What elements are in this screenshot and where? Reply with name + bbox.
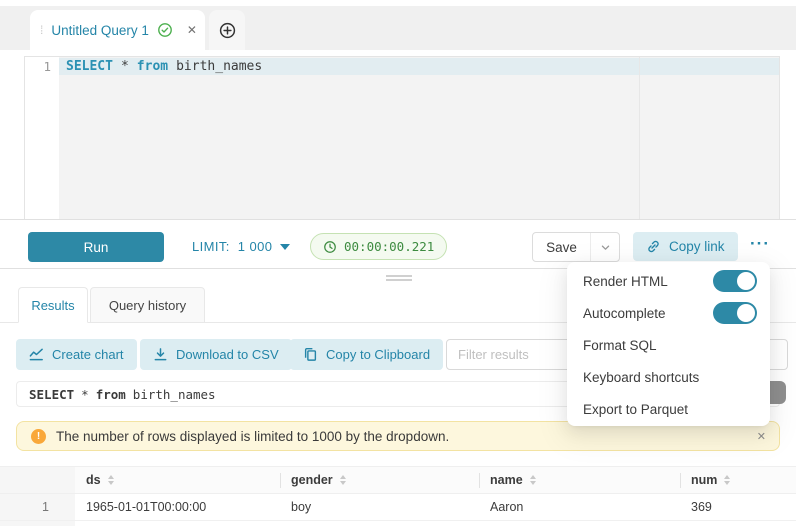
close-tab-icon[interactable]: ✕ — [187, 23, 197, 37]
column-header-gender[interactable]: gender — [280, 467, 479, 493]
tab-results[interactable]: Results — [18, 287, 88, 323]
copy-link-label: Copy link — [669, 239, 725, 254]
row-number-header — [0, 467, 75, 493]
limit-value: 1 000 — [238, 239, 273, 254]
sql-identifier: birth_names — [133, 387, 216, 402]
sql-keyword: from — [96, 387, 126, 402]
download-icon — [153, 347, 168, 362]
caret-down-icon — [280, 244, 290, 250]
menu-item-label: Autocomplete — [583, 306, 666, 321]
alert-text: The number of rows displayed is limited … — [56, 429, 449, 444]
drag-grip-icon[interactable]: ⁞ — [40, 24, 43, 36]
sql-keyword: SELECT — [66, 59, 113, 74]
tab-query-history[interactable]: Query history — [90, 287, 205, 323]
menu-item-format-sql[interactable]: Format SQL — [567, 329, 770, 361]
query-tab-untitled-query-1[interactable]: ⁞ Untitled Query 1 ✕ — [30, 10, 205, 50]
save-split-button[interactable]: Save — [532, 232, 620, 262]
create-chart-button[interactable]: Create chart — [16, 339, 137, 370]
menu-item-label: Format SQL — [583, 338, 657, 353]
plus-circle-icon — [219, 22, 236, 39]
menu-item-label: Render HTML — [583, 274, 668, 289]
editor-gutter: 1 — [25, 57, 59, 219]
cell-name: Aaron — [479, 494, 680, 520]
more-options-button[interactable]: ··· — [750, 234, 770, 254]
code-line[interactable]: SELECT * from birth_names — [66, 59, 262, 74]
create-chart-label: Create chart — [52, 347, 124, 362]
cell-ds: 1965-01-01T00:00:00 — [75, 494, 280, 520]
copy-to-clipboard-label: Copy to Clipboard — [326, 347, 430, 362]
sort-icon[interactable] — [530, 475, 536, 485]
sort-icon[interactable] — [340, 475, 346, 485]
row-index: 1 — [0, 494, 75, 520]
add-tab-button[interactable] — [209, 10, 245, 50]
sort-icon[interactable] — [724, 475, 730, 485]
column-header-label: name — [490, 473, 523, 487]
column-header-name[interactable]: name — [479, 467, 680, 493]
column-header-ds[interactable]: ds — [75, 467, 280, 493]
alert-close-icon[interactable]: ✕ — [757, 430, 766, 443]
query-timer-badge: 00:00:00.221 — [310, 233, 447, 260]
warning-icon: ! — [31, 429, 46, 444]
download-csv-label: Download to CSV — [176, 347, 279, 362]
table-header-row: ds gender name num — [0, 466, 796, 494]
pane-resize-handle[interactable] — [386, 275, 412, 283]
check-circle-icon — [157, 22, 173, 38]
menu-item-export-to-parquet[interactable]: Export to Parquet — [567, 393, 770, 425]
copy-link-button[interactable]: Copy link — [633, 232, 738, 261]
save-dropdown-button[interactable] — [590, 233, 619, 261]
editor-bottom-divider — [0, 219, 796, 220]
sql-keyword: from — [137, 59, 168, 74]
sql-keyword: SELECT — [29, 387, 74, 402]
column-header-label: num — [691, 473, 717, 487]
menu-item-label: Export to Parquet — [583, 402, 688, 417]
line-number: 1 — [43, 59, 51, 74]
copy-to-clipboard-button[interactable]: Copy to Clipboard — [290, 339, 443, 370]
column-header-label: gender — [291, 473, 333, 487]
autocomplete-toggle[interactable] — [713, 302, 757, 324]
menu-item-label: Keyboard shortcuts — [583, 370, 699, 385]
partial-next-row — [0, 521, 75, 526]
limit-dropdown[interactable]: LIMIT: 1 000 — [192, 239, 290, 254]
print-margin-line — [639, 57, 640, 219]
download-csv-button[interactable]: Download to CSV — [140, 339, 292, 370]
sql-editor[interactable]: 1 SELECT * from birth_names — [24, 56, 780, 219]
table-row: 1 1965-01-01T00:00:00 boy Aaron 369 — [0, 494, 796, 521]
chevron-down-icon — [600, 242, 611, 253]
more-options-menu: Render HTML Autocomplete Format SQL Keyb… — [567, 262, 770, 426]
limit-label: LIMIT: — [192, 239, 230, 254]
column-header-label: ds — [86, 473, 101, 487]
menu-item-autocomplete[interactable]: Autocomplete — [567, 297, 770, 329]
clipboard-icon — [303, 347, 318, 362]
sql-operator: * — [121, 59, 129, 74]
link-icon — [646, 239, 661, 254]
clock-icon — [323, 240, 337, 254]
column-header-num[interactable]: num — [680, 467, 796, 493]
cell-gender: boy — [280, 494, 479, 520]
render-html-toggle[interactable] — [713, 270, 757, 292]
sql-lab-window: ⁞ Untitled Query 1 ✕ 1 SELECT * from birth_… — [0, 0, 796, 526]
save-button[interactable]: Save — [533, 233, 590, 261]
line-chart-icon — [29, 347, 44, 362]
cell-num: 369 — [680, 494, 796, 520]
timer-value: 00:00:00.221 — [344, 239, 434, 254]
sql-identifier: birth_names — [176, 59, 262, 74]
menu-item-render-html[interactable]: Render HTML — [567, 265, 770, 297]
run-button[interactable]: Run — [28, 232, 164, 262]
sql-operator: * — [81, 387, 89, 402]
menu-item-keyboard-shortcuts[interactable]: Keyboard shortcuts — [567, 361, 770, 393]
sort-icon[interactable] — [108, 475, 114, 485]
query-tab-label: Untitled Query 1 — [51, 23, 149, 38]
